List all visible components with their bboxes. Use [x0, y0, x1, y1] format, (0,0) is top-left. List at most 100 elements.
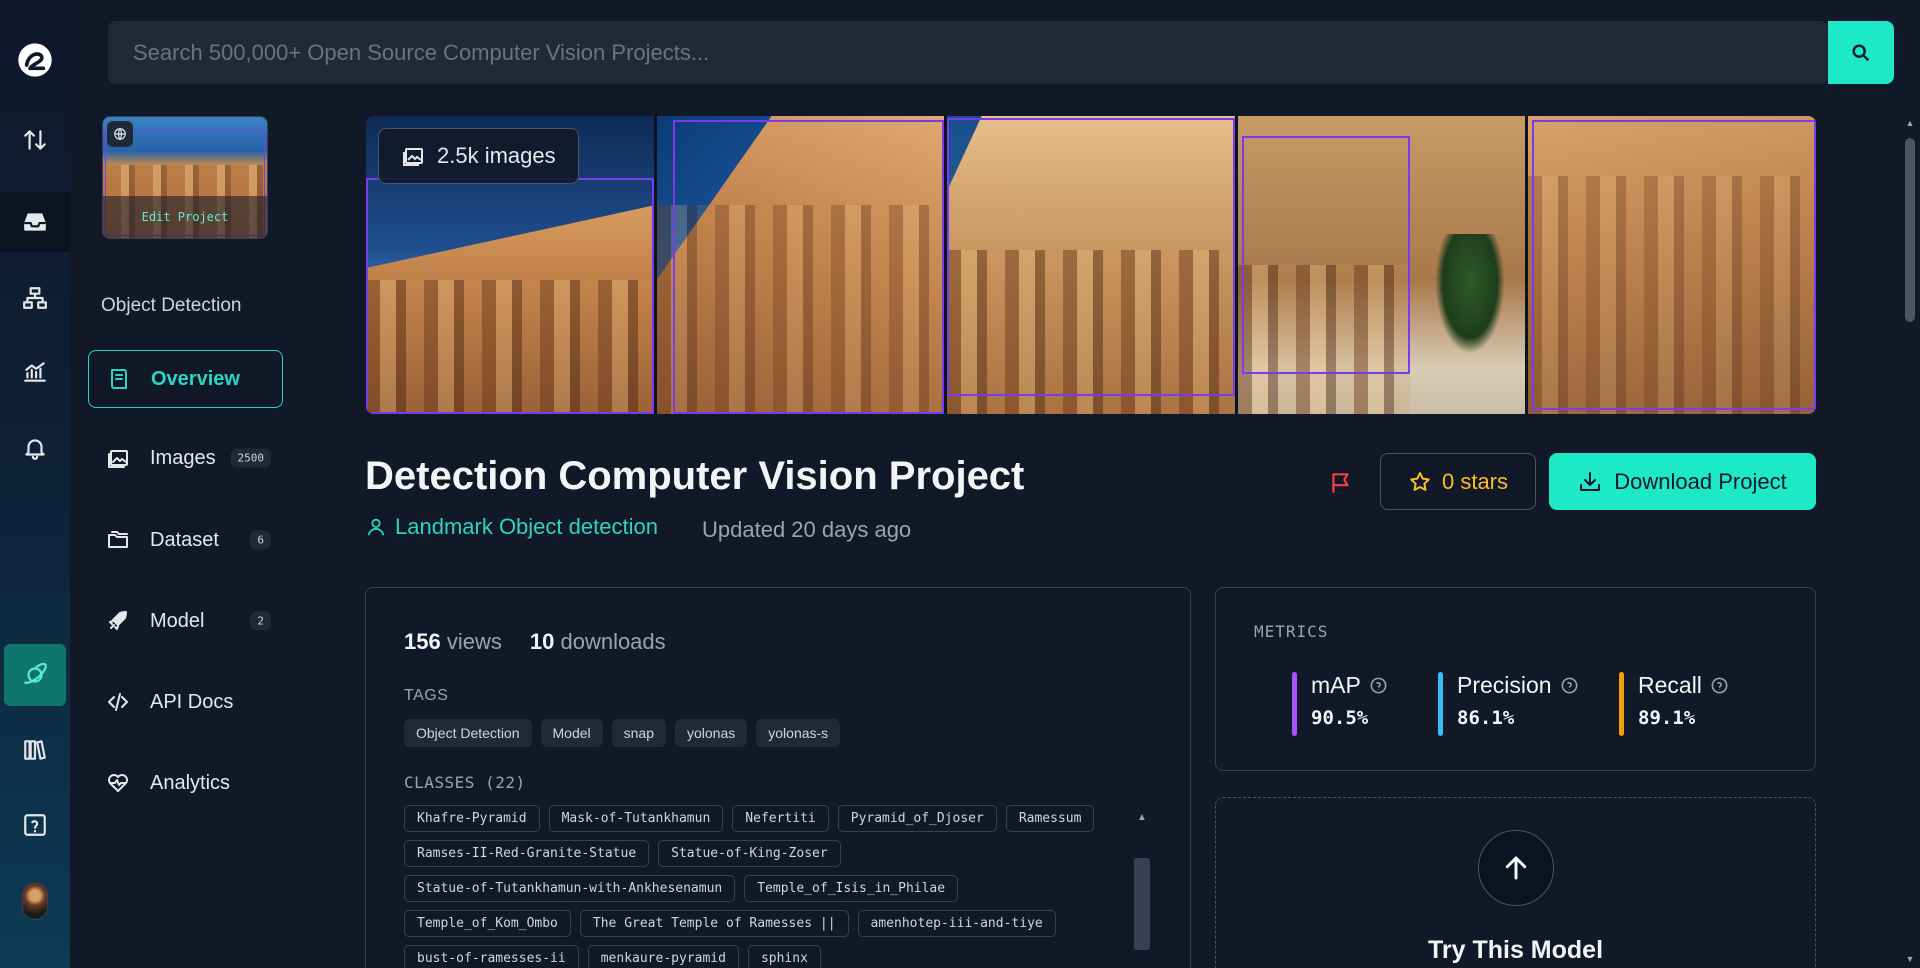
class-chip[interactable]: Ramessum: [1005, 805, 1095, 832]
project-stats: 156 views 10 downloads: [404, 629, 666, 655]
help-circle-icon[interactable]: [1369, 676, 1388, 695]
logo-icon[interactable]: [0, 30, 70, 90]
metric-color-bar: [1292, 672, 1297, 736]
tags-heading: TAGS: [404, 687, 449, 704]
nav-analytics[interactable]: Analytics: [88, 754, 283, 812]
classes-scrollbar[interactable]: ▲: [1134, 812, 1150, 962]
try-model-dropzone[interactable]: Try This Model: [1215, 797, 1816, 968]
search-button[interactable]: [1828, 21, 1894, 84]
scroll-down-arrow-icon[interactable]: ▼: [1900, 954, 1920, 964]
globe-icon: [107, 121, 133, 147]
images-icon: [108, 450, 128, 468]
nav-overview-label: Overview: [151, 367, 240, 390]
metrics-heading: METRICS: [1254, 622, 1329, 641]
metric-color-bar: [1619, 672, 1624, 736]
nav-overview[interactable]: Overview: [88, 350, 283, 408]
class-chip[interactable]: Pyramid_of_Djoser: [837, 805, 997, 832]
project-title: Detection Computer Vision Project: [365, 454, 1025, 498]
metric-name: Recall: [1638, 672, 1702, 698]
tag[interactable]: snap: [611, 719, 666, 747]
download-project-button[interactable]: Download Project: [1549, 453, 1816, 510]
views-label: views: [446, 629, 502, 654]
nav-images-count: 2500: [230, 448, 271, 468]
chart-icon[interactable]: [0, 342, 70, 402]
page-scrollbar-thumb[interactable]: [1905, 138, 1915, 322]
report-flag-button[interactable]: [1324, 466, 1358, 500]
arrow-up-icon: [1505, 856, 1527, 880]
class-chip[interactable]: bust-of-ramesses-ii: [404, 945, 579, 968]
planet-icon[interactable]: [4, 644, 66, 706]
downloads-count: 10: [529, 629, 555, 654]
stars-label: 0 stars: [1441, 468, 1509, 494]
metric-value: 90.5%: [1311, 707, 1369, 729]
tag[interactable]: Model: [540, 719, 603, 747]
images-icon: [403, 148, 423, 166]
search-bar: [108, 21, 1828, 84]
downloads-stat: 10 downloads: [530, 629, 666, 655]
views-count: 156: [404, 629, 441, 654]
class-chip[interactable]: amenhotep-iii-and-tiye: [857, 910, 1056, 937]
class-chip[interactable]: Khafre-Pyramid: [404, 805, 540, 832]
book-icon: [111, 369, 127, 389]
updated-text: Updated 20 days ago: [702, 517, 912, 542]
help-circle-icon[interactable]: [1710, 676, 1729, 695]
class-chip[interactable]: Temple_of_Kom_Ombo: [404, 910, 571, 937]
class-chip[interactable]: Statue-of-Tutankhamun-with-Ankhesenamun: [404, 875, 736, 902]
tag[interactable]: Object Detection: [404, 719, 532, 747]
class-chip[interactable]: Ramses-II-Red-Granite-Statue: [404, 840, 650, 867]
tag-list: Object Detection Model snap yolonas yolo…: [404, 719, 841, 747]
bell-icon[interactable]: [0, 418, 70, 478]
class-chip[interactable]: Nefertiti: [732, 805, 829, 832]
try-model-label: Try This Model: [1427, 936, 1604, 964]
inbox-icon[interactable]: [0, 192, 70, 252]
gallery-image[interactable]: [1528, 116, 1816, 414]
class-chip[interactable]: sphinx: [747, 945, 821, 968]
nav-images[interactable]: Images 2500: [88, 429, 283, 487]
project-author-link[interactable]: Landmark Object detection: [365, 514, 658, 540]
class-chip[interactable]: Mask-of-Tutankhamun: [548, 805, 724, 832]
download-label: Download Project: [1614, 468, 1787, 494]
tag[interactable]: yolonas-s: [756, 719, 841, 747]
star-button[interactable]: 0 stars: [1380, 453, 1536, 510]
gallery-image[interactable]: [1237, 116, 1526, 414]
class-chip[interactable]: Statue-of-King-Zoser: [658, 840, 841, 867]
gallery-image[interactable]: [947, 116, 1235, 414]
page-scrollbar[interactable]: ▲ ▼: [1900, 116, 1920, 968]
project-info-card: 156 views 10 downloads TAGS Object Detec…: [365, 587, 1191, 968]
left-rail: [0, 0, 70, 968]
metric-color-bar: [1438, 672, 1443, 736]
edit-project-button[interactable]: Edit Project: [103, 196, 267, 238]
project-thumbnail[interactable]: Edit Project: [102, 116, 268, 239]
books-icon[interactable]: [0, 720, 70, 780]
class-chip[interactable]: menkaure-pyramid: [587, 945, 739, 968]
gallery-image[interactable]: [656, 116, 945, 414]
scroll-up-arrow-icon[interactable]: ▲: [1134, 812, 1150, 823]
scrollbar-thumb[interactable]: [1134, 858, 1150, 950]
scroll-up-arrow-icon[interactable]: ▲: [1900, 118, 1920, 128]
metric-recall: Recall 89.1%: [1619, 672, 1729, 736]
class-chip[interactable]: The Great Temple of Ramesses ||: [579, 910, 849, 937]
search-input[interactable]: [108, 21, 1828, 84]
network-icon[interactable]: [0, 268, 70, 328]
nav-dataset-label: Dataset: [150, 528, 219, 551]
flag-icon: [1332, 473, 1349, 493]
class-chip[interactable]: Temple_of_Isis_in_Philae: [744, 875, 959, 902]
metric-precision: Precision 86.1%: [1438, 672, 1579, 736]
sort-arrows-icon[interactable]: [0, 110, 70, 170]
help-circle-icon[interactable]: [1560, 676, 1579, 695]
heart-pulse-icon: [108, 774, 128, 792]
nav-model-label: Model: [150, 609, 205, 632]
user-avatar[interactable]: [22, 882, 48, 920]
help-icon[interactable]: [0, 795, 70, 855]
nav-api-docs-label: API Docs: [150, 690, 234, 713]
nav-analytics-label: Analytics: [150, 771, 231, 794]
rocket-icon: [109, 611, 127, 630]
project-type-label: Object Detection: [101, 295, 242, 316]
image-gallery[interactable]: [366, 116, 1816, 414]
metric-value: 89.1%: [1638, 707, 1696, 729]
nav-dataset[interactable]: Dataset 6: [88, 511, 283, 569]
upload-arrow-button[interactable]: [1478, 830, 1554, 906]
nav-api-docs[interactable]: API Docs: [88, 673, 283, 731]
nav-model[interactable]: Model 2: [88, 592, 283, 650]
tag[interactable]: yolonas: [675, 719, 748, 747]
